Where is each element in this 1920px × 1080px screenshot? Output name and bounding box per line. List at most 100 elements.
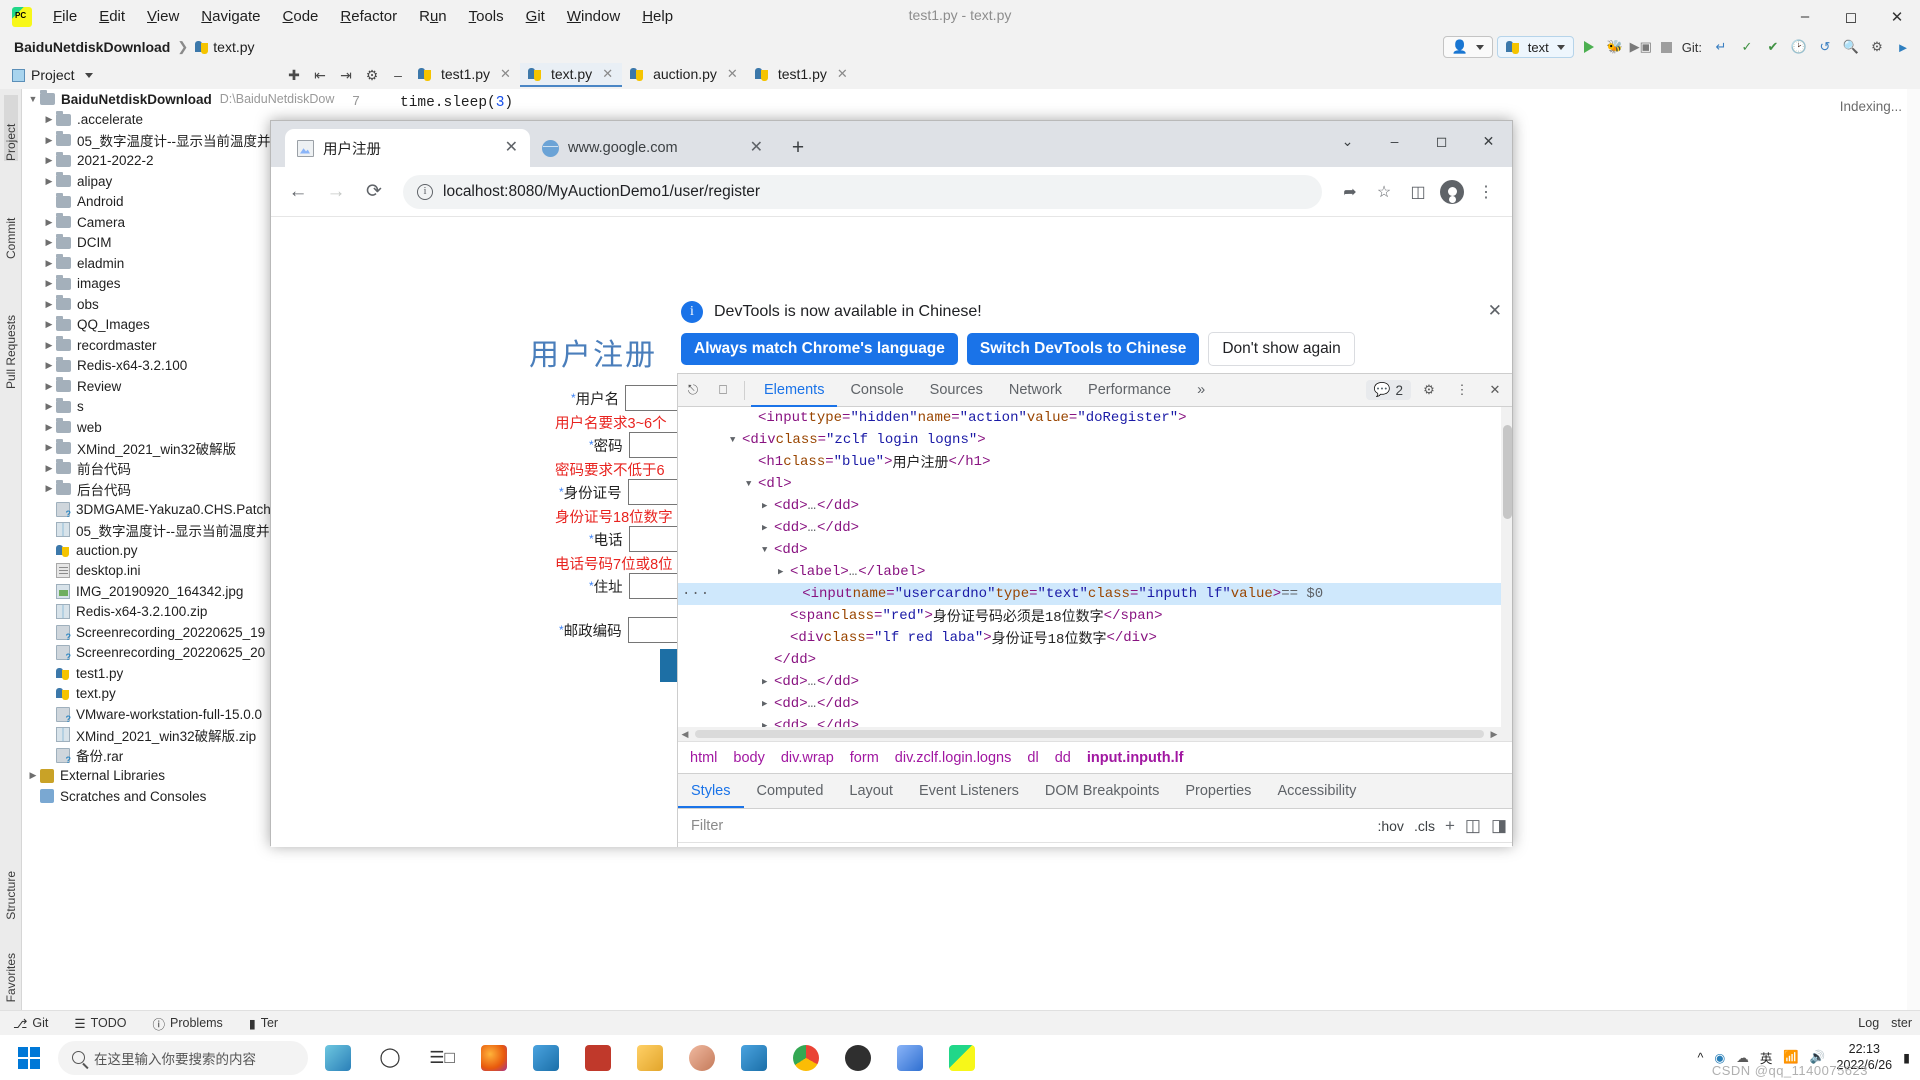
dom-node[interactable]: ▼ <div class = "zclf login logns" > [678,429,1512,451]
tab-accessibility[interactable]: Accessibility [1264,775,1369,808]
tab-dom-breakpoints[interactable]: DOM Breakpoints [1032,775,1172,808]
settings-button[interactable]: ⚙ [1866,36,1888,58]
dom-node[interactable]: ▼ <dd> [678,539,1512,561]
scrollbar-thumb[interactable] [1503,425,1512,519]
cls-toggle[interactable]: .cls [1414,818,1435,834]
chevron-right-icon[interactable]: ▶ [42,381,56,392]
chevron-right-icon[interactable]: ▶ [42,401,56,412]
dont-show-again-button[interactable]: Don't show again [1208,332,1355,366]
close-icon[interactable]: ✕ [750,140,763,156]
breadcrumb-project[interactable]: BaiduNetdiskDownload [14,39,170,55]
scrollbar-thumb[interactable] [695,730,1484,738]
sidebar-item-structure[interactable]: Structure [4,871,18,920]
sidebar-item-favorites[interactable]: Favorites [4,953,18,1002]
chrome-maximize-button[interactable]: ◻ [1418,121,1465,161]
menu-tools[interactable]: Tools [458,5,515,28]
breadcrumb-file[interactable]: text.py [213,39,254,55]
taskbar-cortana[interactable]: ◯ [366,1035,414,1080]
chevron-right-icon[interactable]: ▶ [26,770,40,781]
menu-code[interactable]: Code [272,5,330,28]
chevron-right-icon[interactable]: ▶ [762,677,774,687]
dom-node[interactable]: ▶ <label>… </label> [678,561,1512,583]
breadcrumb-item[interactable]: html [690,750,717,766]
menu-git[interactable]: Git [515,5,556,28]
editor-tab-1[interactable]: text.py ✕ [519,63,623,87]
chrome-minimize-button[interactable]: – [1371,121,1418,161]
dom-node[interactable]: ▶ <dd>… </dd> [678,715,1512,727]
scroll-right-icon[interactable]: ▶ [1487,729,1501,740]
taskbar-search-box[interactable]: 在这里输入你要搜索的内容 [58,1040,308,1075]
run-configuration-selector[interactable]: text [1496,36,1574,58]
chevron-right-icon[interactable]: ▶ [42,442,56,453]
tab-performance[interactable]: Performance [1075,374,1184,407]
editor-scrollbar[interactable] [1907,89,1920,1010]
chevron-right-icon[interactable]: ▶ [42,155,56,166]
tab-styles[interactable]: Styles [678,775,744,808]
device-toolbar-icon[interactable]: ⎕ [708,375,738,405]
tree-row-root[interactable]: ▼ BaiduNetdiskDownload D:\BaiduNetdiskDo… [22,89,340,110]
banner-close-icon[interactable]: ✕ [1488,301,1502,321]
devtools-more-icon[interactable]: ⋮ [1447,375,1477,405]
tab-event-listeners[interactable]: Event Listeners [906,775,1032,808]
git-update-button[interactable]: ↵ [1710,36,1732,58]
dom-horizontal-scrollbar[interactable]: ◀ ▶ [678,727,1501,741]
dom-node[interactable]: <div class = "lf red laba" > 身份证号18位数字 </div> [678,627,1512,649]
menu-run[interactable]: Run [408,5,458,28]
breadcrumb-item[interactable]: dl [1027,750,1038,766]
new-style-rule-icon[interactable]: + [1445,816,1455,836]
chevron-right-icon[interactable]: ▶ [42,217,56,228]
run-with-coverage-button[interactable]: ▶▣ [1630,36,1652,58]
dom-node[interactable]: ▶ <dd>… </dd> [678,671,1512,693]
forward-button[interactable]: → [319,175,353,209]
chevron-right-icon[interactable]: ▶ [42,463,56,474]
status-log[interactable]: Log [1858,1016,1879,1030]
git-commit-button[interactable]: ✓ [1736,36,1758,58]
chevron-right-icon[interactable]: ▶ [762,501,774,511]
more-tabs-icon[interactable]: » [1184,374,1218,407]
chrome-menu-icon[interactable]: ⋮ [1470,176,1502,208]
chevron-right-icon[interactable]: ▶ [42,114,56,125]
taskbar-wps[interactable] [574,1035,622,1080]
inspect-element-icon[interactable]: ⎋ [678,375,708,405]
close-button[interactable]: ✕ [1874,0,1920,33]
expand-all-button[interactable]: ⇤ [308,63,332,87]
chevron-down-icon[interactable]: ▼ [746,479,758,489]
menu-navigate[interactable]: Navigate [190,5,271,28]
sidebar-item-commit[interactable]: Commit [4,189,18,259]
switch-devtools-to-chinese-button[interactable]: Switch DevTools to Chinese [966,333,1200,365]
editor-tab-3[interactable]: test1.py ✕ [747,63,857,87]
share-icon[interactable]: ➦ [1334,176,1366,208]
user-chip[interactable]: 👤 [1442,36,1493,58]
taskbar-app-8[interactable] [678,1035,726,1080]
chevron-right-icon[interactable]: ▶ [42,483,56,494]
taskbar-pycharm[interactable] [938,1035,986,1080]
maximize-button[interactable]: ◻ [1828,0,1874,33]
message-count-badge[interactable]: 💬 2 [1365,380,1411,400]
editor-tab-2[interactable]: auction.py ✕ [622,63,747,87]
styles-pane[interactable]: element.style { } [678,843,1512,847]
menu-window[interactable]: Window [556,5,631,28]
hov-toggle[interactable]: :hov [1377,818,1403,834]
chevron-right-icon[interactable]: ▶ [778,567,790,577]
tab-properties[interactable]: Properties [1172,775,1264,808]
dom-node[interactable]: ▶ <dd>… </dd> [678,693,1512,715]
search-everywhere-button[interactable]: 🔍 [1840,36,1862,58]
chevron-down-icon[interactable]: ▼ [730,435,742,445]
project-panel-title[interactable]: Project [6,65,99,85]
breadcrumb-item[interactable]: body [733,750,764,766]
taskbar-firefox[interactable] [470,1035,518,1080]
devtools-close-icon[interactable]: ✕ [1480,375,1510,405]
minimize-button[interactable]: – [1782,0,1828,33]
menu-view[interactable]: View [136,5,190,28]
chevron-right-icon[interactable]: ▶ [762,699,774,709]
taskbar-task-view[interactable]: ☰□ [418,1035,466,1080]
chevron-right-icon[interactable]: ▶ [762,523,774,533]
start-button[interactable] [0,1035,58,1080]
dom-node[interactable]: </dd> [678,649,1512,671]
taskbar-app-5[interactable] [522,1035,570,1080]
close-icon[interactable]: ✕ [727,66,738,82]
status-register[interactable]: ster [1891,1016,1912,1030]
close-icon[interactable]: ✕ [505,140,518,156]
dom-vertical-scrollbar[interactable] [1501,407,1512,741]
collapse-all-button[interactable]: ⇥ [334,63,358,87]
